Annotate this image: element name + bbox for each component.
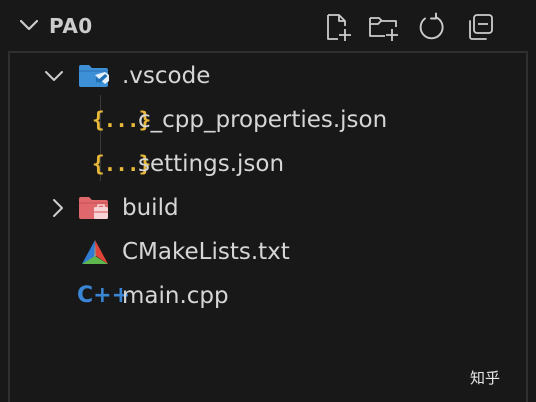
file-tree: .vscode {...} c_cpp_properties.json {...… (8, 51, 528, 402)
chevron-right-icon[interactable] (47, 197, 69, 219)
section-title: PA0 (49, 14, 93, 38)
explorer-section-header[interactable]: PA0 (0, 0, 536, 52)
tree-item-label: build (122, 195, 179, 221)
tree-item-build-folder[interactable]: build (10, 186, 526, 230)
tree-item-cmakelists-txt[interactable]: CMakeLists.txt (10, 230, 526, 274)
refresh-icon (419, 12, 444, 40)
tree-item-label: .vscode (122, 63, 211, 89)
chevron-down-icon[interactable] (18, 14, 40, 36)
new-folder-button[interactable] (367, 11, 401, 43)
tree-item-main-cpp[interactable]: C++ main.cpp (10, 274, 526, 318)
vscode-folder-icon (79, 65, 109, 87)
tree-item-vscode-folder[interactable]: .vscode (10, 54, 526, 98)
explorer-panel: PA0 .vscode {...} c_cpp_properties.json … (0, 0, 536, 402)
cpp-icon: C++ (77, 283, 131, 308)
build-folder-icon (79, 197, 108, 219)
json-icon: {...} (92, 152, 151, 176)
new-file-button[interactable] (321, 11, 355, 43)
collapse-all-button[interactable] (464, 11, 498, 43)
collapse-all-icon (469, 14, 493, 40)
tree-item-c-cpp-properties-json[interactable]: {...} c_cpp_properties.json (10, 98, 526, 142)
chevron-down-icon[interactable] (43, 65, 65, 87)
refresh-button[interactable] (414, 11, 448, 43)
watermark-logo: 知乎 (470, 369, 501, 387)
tree-item-settings-json[interactable]: {...} settings.json (10, 142, 526, 186)
tree-item-label: settings.json (138, 151, 285, 177)
new-folder-icon (369, 17, 398, 41)
tree-item-label: CMakeLists.txt (122, 239, 290, 265)
tree-item-label: main.cpp (122, 283, 229, 309)
json-icon: {...} (92, 108, 151, 132)
tree-item-label: c_cpp_properties.json (138, 107, 388, 133)
new-file-icon (327, 14, 351, 41)
cmake-icon (82, 240, 108, 264)
